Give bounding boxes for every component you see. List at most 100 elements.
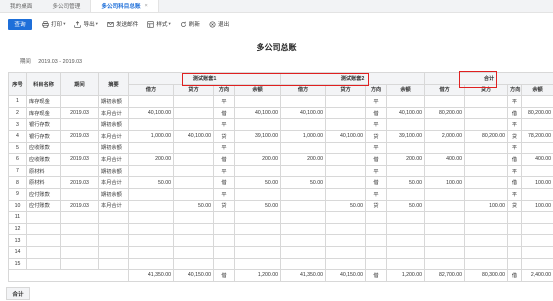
- toolbar-printer-button[interactable]: 打印 ▾: [42, 20, 65, 28]
- table-row[interactable]: 4 银行存款 2019.03 本月合计 1,000.00 40,100.00 贷 39,100…: [8, 129, 553, 143]
- toolbar-export-button[interactable]: 导出 ▾: [74, 20, 98, 28]
- toolbar-mail-button[interactable]: 发送邮件: [107, 20, 138, 28]
- cell-no: 12: [8, 222, 27, 236]
- cell-value: [464, 245, 509, 259]
- table-row[interactable]: 15: [8, 257, 553, 271]
- cell-subject: 应收账款: [26, 153, 61, 166]
- cell-summary: [98, 211, 129, 224]
- close-icon[interactable]: ×: [145, 3, 148, 9]
- cell-value: [507, 245, 523, 259]
- cell-value: [325, 187, 367, 201]
- tab-2[interactable]: 多公司科目总账 ×: [90, 0, 159, 12]
- toolbar-label: 退出: [218, 22, 230, 28]
- cell-value: [424, 211, 466, 224]
- cell-value: [464, 211, 509, 224]
- cell-value: [233, 118, 282, 131]
- cell-value: [521, 118, 553, 131]
- cell-period: [60, 187, 99, 201]
- cell-value: 平: [365, 164, 388, 178]
- table-row[interactable]: 13: [8, 234, 553, 247]
- cell-value: 1,000.00: [128, 129, 174, 143]
- table-row[interactable]: 8 原材料 2019.03 本月合计 50.00 借 50.00 50.00 借 50.00 100…: [8, 176, 553, 189]
- table-row[interactable]: 1 库存现金 期初余额 平 平 平: [8, 95, 553, 108]
- cell-value: [128, 141, 174, 155]
- table-row[interactable]: 12: [8, 222, 553, 236]
- table-row[interactable]: 10 应付账款 2019.03 本月合计 50.00 贷 50.00 50.00 贷 50.00 1…: [8, 199, 553, 213]
- cell-value: 贷: [365, 199, 388, 213]
- total-row: 41,350.00 40,150.00 借 1,200.00 41,350.00 40,1…: [8, 269, 553, 282]
- cell-summary: 期初余额: [98, 164, 129, 178]
- cell-value: 40,100.00: [128, 106, 174, 120]
- cell-period: [60, 222, 99, 236]
- printer-icon: [42, 20, 51, 28]
- cell-value: 100.00: [521, 199, 553, 213]
- cell-value: [280, 245, 327, 259]
- cell-subject: [26, 222, 61, 236]
- toolbar-exit-button[interactable]: 退出: [209, 20, 229, 28]
- cell-subject: 应收账款: [26, 141, 61, 155]
- cell-value: [173, 257, 214, 271]
- cell-value: [365, 245, 388, 259]
- cell-value: 贷: [507, 129, 523, 143]
- cell-value: [173, 141, 214, 155]
- table-row[interactable]: 11: [8, 211, 553, 224]
- cell-value: [464, 164, 509, 178]
- cell-value: 80,200.00: [521, 106, 553, 120]
- toolbar-refresh-button[interactable]: 刷新: [180, 20, 200, 28]
- cell-value: [280, 118, 327, 131]
- toolbar: 查询 打印 ▾ 导出 ▾ 发送邮件 样式 ▾ 刷新 退出: [0, 13, 553, 35]
- cell-value: [464, 257, 509, 271]
- cell-subject: 库存现金: [26, 95, 61, 108]
- table-row[interactable]: 9 应付账款 期初余额 平 平 平: [8, 187, 553, 201]
- total-value: 借: [507, 269, 523, 282]
- chevron-down-icon: ▾: [95, 21, 98, 26]
- cell-value: [386, 141, 426, 155]
- total-group-highlight: [459, 71, 497, 88]
- tab-0[interactable]: 我的桌面: [0, 0, 42, 12]
- cell-value: [521, 234, 553, 247]
- cell-subject: 库存现金: [26, 106, 61, 120]
- cell-subject: 银行存款: [26, 129, 61, 143]
- cell-value: 贷: [507, 199, 523, 213]
- cell-no: 5: [8, 141, 27, 155]
- cell-summary: 本月合计: [98, 129, 129, 143]
- table-row[interactable]: 7 原材料 期初余额 平 平 平: [8, 164, 553, 178]
- cell-value: 40,100.00: [325, 129, 367, 143]
- chevron-down-icon: ▾: [168, 21, 171, 26]
- table-row[interactable]: 5 应收账款 期初余额 平 平 平: [8, 141, 553, 155]
- cell-no: 9: [8, 187, 27, 201]
- table-row[interactable]: 2 库存现金 2019.03 本月合计 40,100.00 借 40,100.00 40,10…: [8, 106, 553, 120]
- cell-value: [233, 141, 282, 155]
- total-value: 1,200.00: [233, 269, 282, 282]
- cell-value: [280, 222, 327, 236]
- cell-value: [128, 187, 174, 201]
- cell-summary: 本月合计: [98, 199, 129, 213]
- cell-value: [233, 245, 282, 259]
- cell-value: [386, 245, 426, 259]
- cell-subject: 原材料: [26, 176, 61, 189]
- table-row[interactable]: 14: [8, 245, 553, 259]
- query-button[interactable]: 查询: [8, 18, 32, 30]
- table-row[interactable]: 3 银行存款 期初余额 平 平 平: [8, 118, 553, 131]
- cell-summary: [98, 222, 129, 236]
- cell-value: 借: [213, 176, 235, 189]
- cell-value: 平: [507, 95, 523, 108]
- cell-no: 10: [8, 199, 27, 213]
- cell-value: [424, 118, 466, 131]
- cell-value: [424, 234, 466, 247]
- toolbar-style-button[interactable]: 样式 ▾: [147, 20, 171, 28]
- cell-value: [280, 199, 327, 213]
- table-row[interactable]: 6 应收账款 2019.03 本月合计 200.00 借 200.00 200.00 借 200.…: [8, 153, 553, 166]
- cell-value: 借: [365, 176, 388, 189]
- cell-value: [325, 211, 367, 224]
- cell-value: [325, 153, 367, 166]
- tab-1[interactable]: 多公司管理: [42, 0, 90, 12]
- cell-value: [424, 95, 466, 108]
- cell-value: 200.00: [386, 153, 426, 166]
- cell-value: 平: [507, 164, 523, 178]
- cell-value: 平: [365, 95, 388, 108]
- report-title: 多公司总账: [256, 43, 297, 52]
- cell-value: [173, 222, 214, 236]
- sub-header: 余额: [386, 83, 426, 97]
- column-header: 摘要: [98, 71, 129, 97]
